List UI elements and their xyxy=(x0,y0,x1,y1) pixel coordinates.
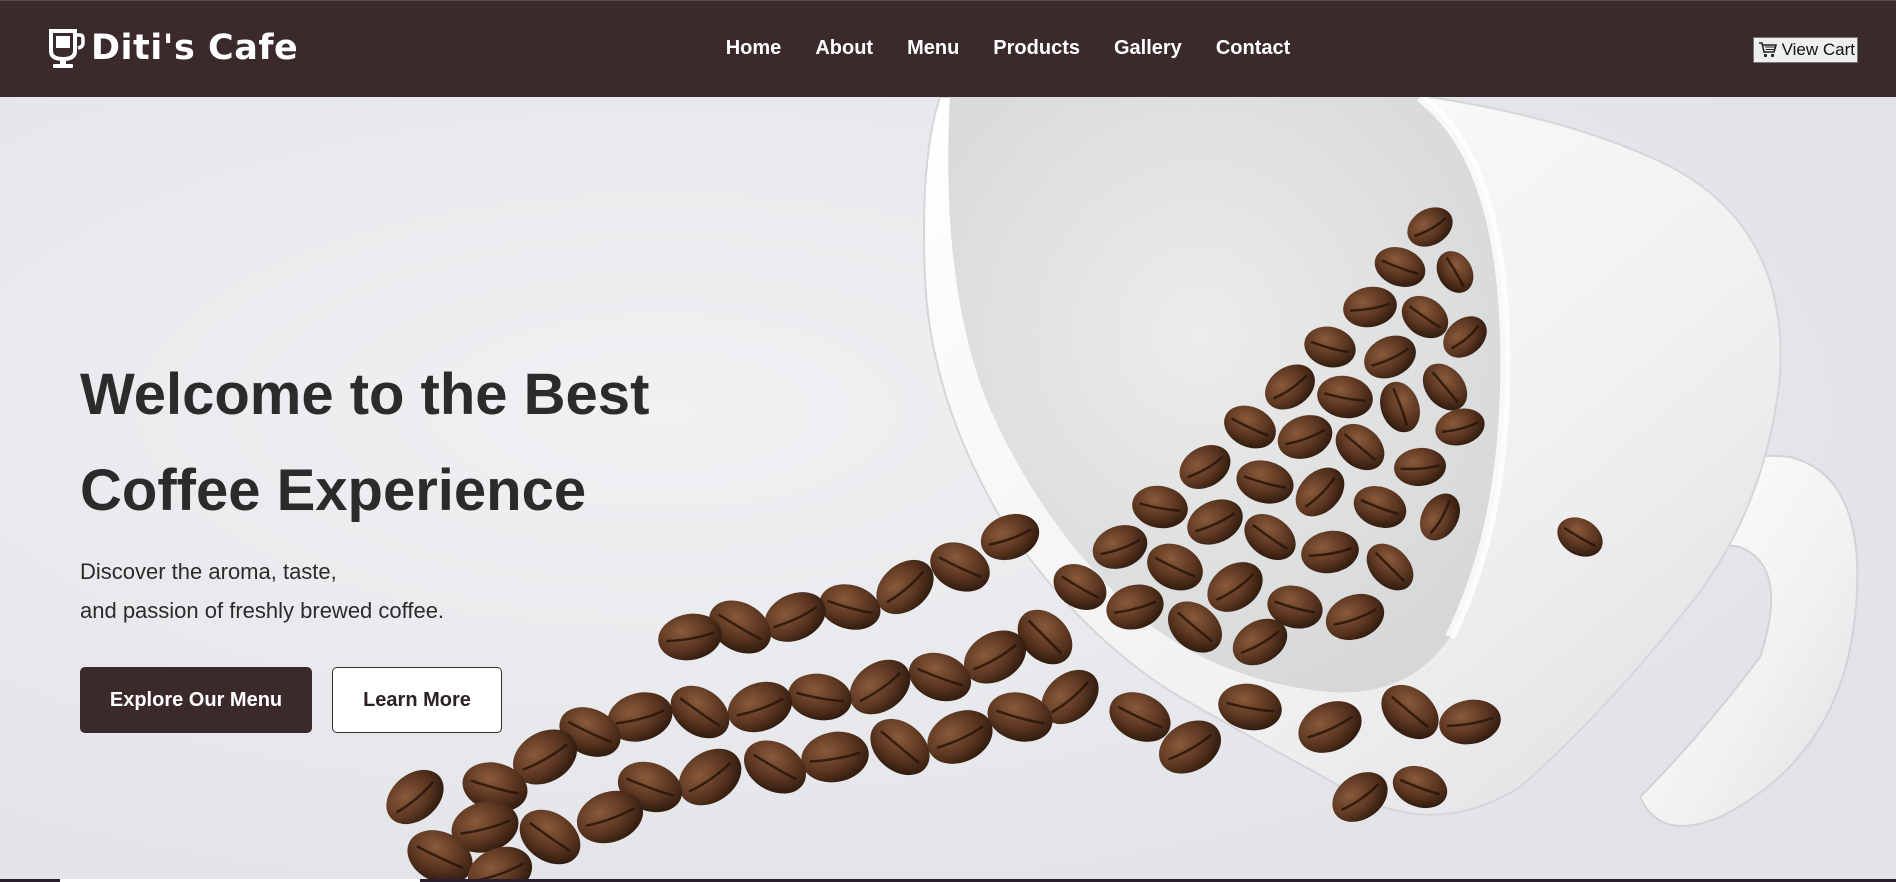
hero-title: Welcome to the Best Coffee Experience xyxy=(80,347,800,539)
view-cart-label: View Cart xyxy=(1781,40,1855,59)
nav-link-contact[interactable]: Contact xyxy=(1216,37,1290,60)
nav-link-home[interactable]: Home xyxy=(726,37,782,60)
view-cart-button[interactable]: View Cart xyxy=(1752,37,1858,63)
nav-link-products[interactable]: Products xyxy=(993,37,1080,60)
learn-more-button[interactable]: Learn More xyxy=(332,667,502,733)
hero-title-line-1: Welcome to the Best xyxy=(80,362,650,427)
nav-link-gallery[interactable]: Gallery xyxy=(1114,37,1182,60)
shopping-cart-icon xyxy=(1758,41,1778,59)
hero-subtitle: Discover the aroma, taste, and passion o… xyxy=(80,552,444,630)
explore-menu-button[interactable]: Explore Our Menu xyxy=(80,667,312,733)
hero-subtitle-line-1: Discover the aroma, taste, xyxy=(80,559,337,584)
hero-title-line-2: Coffee Experience xyxy=(80,458,587,523)
hero-section: Welcome to the Best Coffee Experience Di… xyxy=(0,97,1896,882)
nav-link-menu[interactable]: Menu xyxy=(907,37,959,60)
nav-link-about[interactable]: About xyxy=(815,37,873,60)
hero-subtitle-line-2: and passion of freshly brewed coffee. xyxy=(80,598,445,623)
main-nav: Home About Menu Products Gallery Contact xyxy=(0,37,1896,60)
navbar: Diti's Cafe Home About Menu Products Gal… xyxy=(0,0,1896,97)
